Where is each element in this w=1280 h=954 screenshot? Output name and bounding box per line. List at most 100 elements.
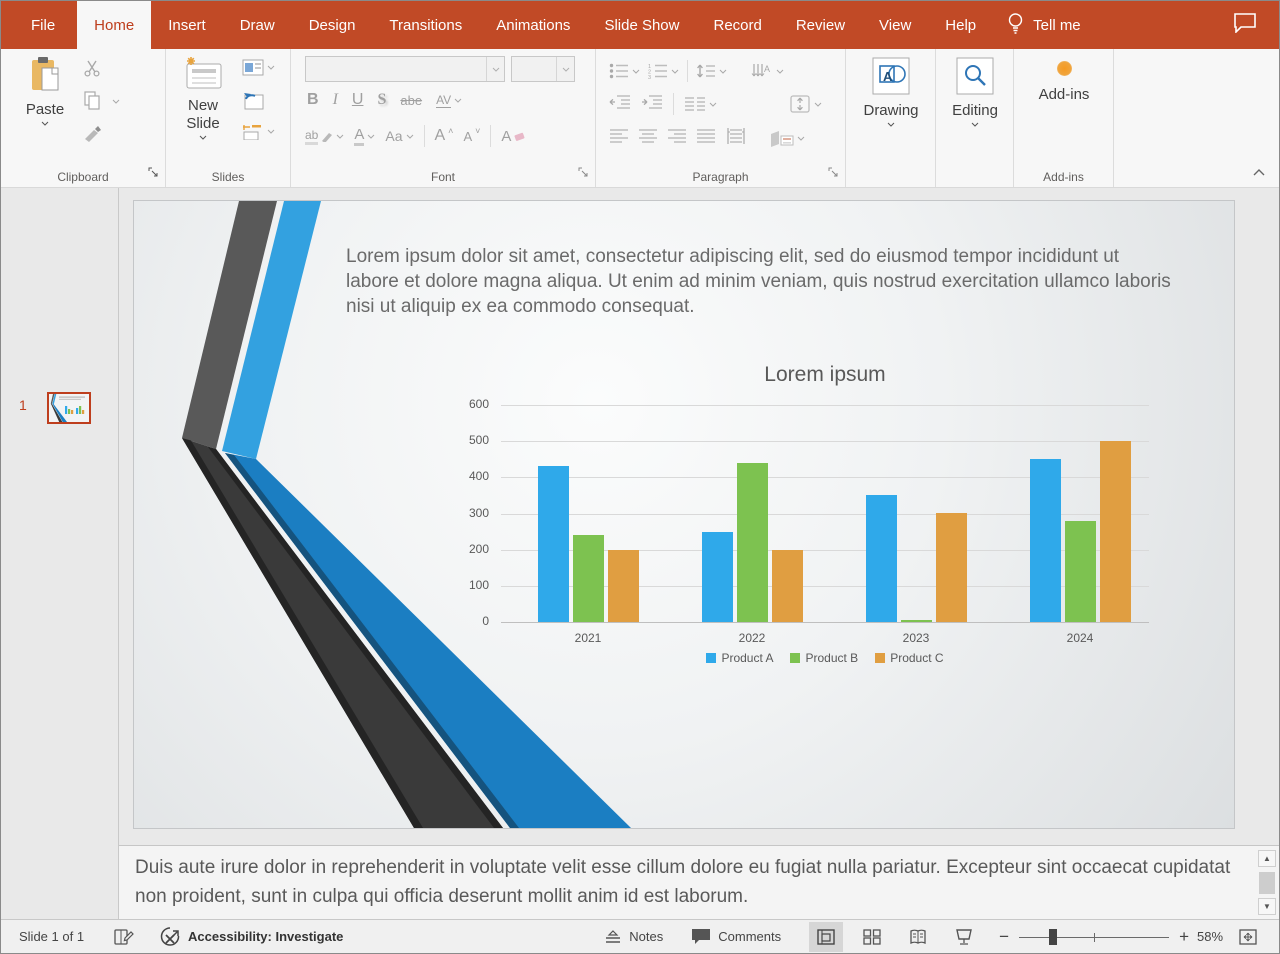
text-shadow-button[interactable]: S: [377, 91, 386, 109]
notes-scrollbar[interactable]: ▲ ▼: [1258, 850, 1276, 915]
bullets-button[interactable]: [609, 63, 640, 79]
align-right-button[interactable]: [667, 128, 687, 149]
tab-transitions[interactable]: Transitions: [372, 1, 479, 49]
tab-help[interactable]: Help: [928, 1, 993, 49]
paragraph-dialog-launcher[interactable]: [828, 165, 839, 183]
zoom-slider[interactable]: [1019, 929, 1169, 945]
zoom-level[interactable]: 58%: [1189, 929, 1231, 944]
tab-record[interactable]: Record: [696, 1, 778, 49]
bar-product-a-2024[interactable]: [1030, 459, 1061, 622]
paste-dropdown-icon[interactable]: [41, 121, 49, 126]
italic-button[interactable]: I: [333, 91, 338, 109]
font-name-combobox[interactable]: [305, 56, 505, 82]
paste-button[interactable]: Paste: [18, 56, 72, 126]
bar-product-c-2022[interactable]: [772, 550, 803, 622]
bar-product-a-2021[interactable]: [538, 466, 569, 622]
font-color-dropdown-icon[interactable]: [367, 134, 375, 139]
clipboard-dialog-launcher[interactable]: [148, 165, 159, 183]
drawing-button[interactable]: A Drawing: [855, 57, 927, 127]
bold-button[interactable]: B: [307, 91, 319, 109]
decrease-font-size-button[interactable]: A˅: [463, 129, 480, 144]
legend-item[interactable]: Product C: [875, 651, 943, 665]
tab-review[interactable]: Review: [779, 1, 862, 49]
align-left-button[interactable]: [609, 128, 629, 149]
new-slide-dropdown-icon[interactable]: [199, 135, 207, 140]
slide-canvas[interactable]: Lorem ipsum dolor sit amet, consectetur …: [134, 201, 1234, 828]
tab-slide-show[interactable]: Slide Show: [587, 1, 696, 49]
bar-product-c-2021[interactable]: [608, 550, 639, 622]
zoom-slider-thumb[interactable]: [1049, 929, 1057, 945]
scroll-up-arrow[interactable]: ▲: [1258, 850, 1276, 867]
comments-header-button[interactable]: [1211, 1, 1279, 49]
reset-slide-button[interactable]: [242, 91, 264, 110]
bar-product-b-2024[interactable]: [1065, 521, 1096, 622]
zoom-in-button[interactable]: +: [1179, 927, 1189, 947]
columns-button[interactable]: [684, 96, 717, 112]
drawing-dropdown-icon[interactable]: [887, 122, 895, 127]
slide-chart[interactable]: Lorem ipsum 0100200300400500600202120222…: [134, 201, 1234, 828]
slide-show-button[interactable]: [947, 922, 981, 952]
tab-home[interactable]: Home: [77, 1, 151, 49]
text-direction-button[interactable]: A: [751, 63, 784, 79]
zoom-out-button[interactable]: −: [999, 927, 1009, 947]
tab-view[interactable]: View: [862, 1, 928, 49]
layout-dropdown-icon[interactable]: [267, 65, 275, 70]
new-slide-button[interactable]: New Slide: [174, 56, 232, 140]
chart-title[interactable]: Lorem ipsum: [501, 363, 1149, 387]
copy-dropdown-icon[interactable]: [112, 99, 120, 104]
convert-to-smartart-button[interactable]: [770, 130, 805, 148]
tab-animations[interactable]: Animations: [479, 1, 587, 49]
character-spacing-button[interactable]: AV: [436, 93, 462, 108]
distribute-columns-button[interactable]: [725, 127, 747, 150]
display-settings-button[interactable]: [114, 928, 134, 946]
strikethrough-button[interactable]: abe: [400, 93, 422, 108]
tell-me-button[interactable]: Tell me: [993, 1, 1095, 49]
editing-button[interactable]: Editing: [946, 57, 1004, 127]
align-text-button[interactable]: [789, 94, 822, 114]
section-button[interactable]: [242, 123, 275, 140]
copy-button[interactable]: [83, 91, 120, 111]
cut-button[interactable]: [83, 59, 101, 77]
format-painter-button[interactable]: [83, 125, 102, 143]
font-dialog-launcher[interactable]: [578, 165, 589, 183]
addins-button[interactable]: Add-ins: [1032, 61, 1096, 104]
tab-file[interactable]: File: [9, 1, 77, 49]
character-spacing-dropdown-icon[interactable]: [454, 98, 462, 103]
font-size-combobox[interactable]: [511, 56, 575, 82]
normal-view-button[interactable]: [809, 922, 843, 952]
justify-button[interactable]: [696, 128, 716, 149]
slide-layout-button[interactable]: [242, 59, 275, 76]
tab-design[interactable]: Design: [292, 1, 373, 49]
slide-thumbnail[interactable]: [47, 392, 91, 424]
bar-product-a-2023[interactable]: [866, 495, 897, 622]
bar-product-b-2023[interactable]: [901, 620, 932, 622]
font-name-dropdown-icon[interactable]: [492, 67, 500, 72]
slide-sorter-view-button[interactable]: [855, 922, 889, 952]
clear-formatting-button[interactable]: A: [501, 128, 525, 145]
tab-draw[interactable]: Draw: [223, 1, 292, 49]
scroll-down-arrow[interactable]: ▼: [1258, 898, 1276, 915]
notes-text[interactable]: Duis aute irure dolor in reprehenderit i…: [135, 853, 1245, 911]
section-dropdown-icon[interactable]: [267, 129, 275, 134]
legend-item[interactable]: Product B: [790, 651, 858, 665]
decrease-indent-button[interactable]: [609, 94, 631, 115]
bar-product-a-2022[interactable]: [702, 532, 733, 622]
underline-button[interactable]: U: [352, 91, 364, 109]
bar-product-c-2024[interactable]: [1100, 441, 1131, 622]
align-center-button[interactable]: [638, 128, 658, 149]
bar-product-c-2023[interactable]: [936, 513, 967, 622]
font-color-button[interactable]: A: [354, 126, 375, 146]
tab-insert[interactable]: Insert: [151, 1, 223, 49]
scrollbar-thumb[interactable]: [1259, 872, 1275, 894]
fit-slide-to-window-button[interactable]: [1231, 922, 1265, 952]
highlight-button[interactable]: ab: [305, 128, 344, 145]
comments-toggle-button[interactable]: Comments: [691, 928, 781, 945]
change-case-dropdown-icon[interactable]: [406, 134, 414, 139]
slide-indicator[interactable]: Slide 1 of 1: [19, 929, 84, 944]
line-spacing-button[interactable]: [696, 63, 727, 79]
numbering-button[interactable]: 123: [648, 63, 679, 79]
notes-toggle-button[interactable]: Notes: [604, 929, 663, 944]
reading-view-button[interactable]: [901, 922, 935, 952]
bar-product-b-2022[interactable]: [737, 463, 768, 622]
accessibility-status[interactable]: Accessibility: Investigate: [160, 927, 343, 947]
